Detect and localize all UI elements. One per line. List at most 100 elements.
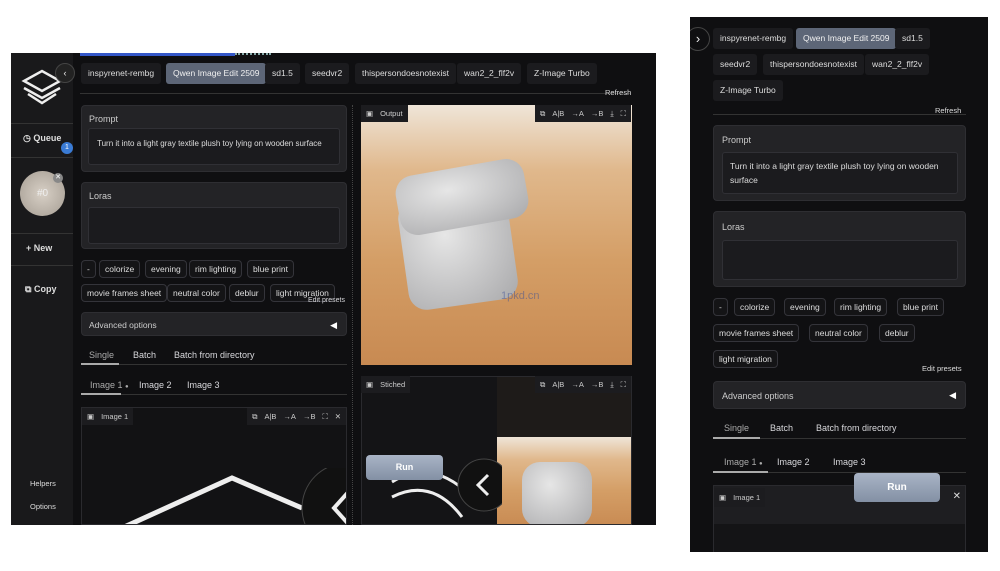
tab-batch-from-directory[interactable]: Batch from directory [174,350,255,360]
preset-chip[interactable]: blue print [897,298,944,316]
fullscreen-icon[interactable]: ⛶ [621,380,626,390]
workflow-tab-active[interactable]: Qwen Image Edit 2509 [796,28,897,49]
loras-input[interactable] [88,207,340,244]
copy-icon[interactable]: ⧉ [252,412,257,422]
output-toolbar: ⧉ A|B →A →B ⤓ ⛶ [535,105,631,122]
advanced-options-toggle[interactable]: Advanced options ◀ [81,312,347,336]
output-image[interactable]: 1pkd.cn [361,105,632,365]
image-label: ▣ Image 1 [82,408,134,425]
workflow-tab[interactable]: inspyrenet-rembg [713,28,794,49]
run-button[interactable]: Run [366,455,443,480]
tab-batch-from-directory[interactable]: Batch from directory [816,423,897,433]
prompt-panel: Prompt Turn it into a light gray textile… [713,125,966,201]
new-button[interactable]: + New [26,243,52,253]
advanced-options-toggle[interactable]: Advanced options ◀ [713,381,966,409]
prompt-input[interactable]: Turn it into a light gray textile plush … [722,152,958,194]
prompt-panel: Prompt Turn it into a light gray textile… [81,105,347,172]
refresh-link[interactable]: Refresh [605,88,631,97]
tab-image-1[interactable]: Image 1 ● [724,457,763,467]
sidebar: ‹ ◷ Queue 1 #0 ✕ + New ⧉ Copy Helpers Op… [11,53,75,525]
image-icon: ▣ [366,109,374,118]
tab-batch[interactable]: Batch [770,423,793,433]
preset-chip[interactable]: rim lighting [834,298,888,316]
preset-chip[interactable]: - [81,260,96,278]
fullscreen-icon[interactable]: ⛶ [621,109,626,119]
copy-icon: ⧉ [25,284,32,294]
column-divider [352,105,353,525]
workflow-tab[interactable]: seedvr2 [305,63,350,84]
tab-image-2[interactable]: Image 2 [139,380,172,390]
image-icon: ▣ [87,412,95,421]
preset-chip[interactable]: movie frames sheet [81,284,168,302]
image-toolbar: ⧉ A|B →A →B ⛶ ✕ [247,408,346,425]
tab-batch[interactable]: Batch [133,350,156,360]
logo-illustration [124,468,346,524]
close-icon[interactable]: ✕ [335,412,341,421]
download-icon[interactable]: ⤓ [610,109,613,119]
workflow-tab[interactable]: inspyrenet-rembg [81,63,162,84]
tab-image-1[interactable]: Image 1 ● [90,380,129,390]
collapse-sidebar-button[interactable]: ‹ [55,63,75,83]
preset-chip[interactable]: colorize [734,298,776,316]
queue-count-badge: 1 [61,142,73,154]
copy-button[interactable]: ⧉ Copy [25,284,56,295]
workflow-tab[interactable]: Z-Image Turbo [527,63,597,84]
clock-icon: ◷ [23,133,31,143]
run-button[interactable]: Run [854,473,940,502]
close-icon[interactable]: ✕ [953,491,961,502]
tab-image-3[interactable]: Image 3 [833,457,866,467]
preset-chip[interactable]: deblur [879,324,915,342]
preset-chip[interactable]: deblur [229,284,265,302]
preset-chip[interactable]: evening [145,260,187,278]
workflow-tab[interactable]: thispersondoesnotexist [763,54,864,75]
preset-chip[interactable]: - [713,298,728,316]
preset-chip[interactable]: neutral color [809,324,868,342]
loras-panel: Loras [713,211,966,287]
preset-chip[interactable]: blue print [247,260,294,278]
helpers-link[interactable]: Helpers [30,479,56,488]
preset-chip[interactable]: colorize [99,260,141,278]
workflow-tab[interactable]: Z-Image Turbo [713,80,783,101]
workflow-tab[interactable]: seedvr2 [713,54,758,75]
copy-icon[interactable]: ⧉ [540,380,545,390]
options-link[interactable]: Options [30,502,56,511]
workflow-tab[interactable]: wan2_2_flf2v [457,63,522,84]
preset-chip[interactable]: movie frames sheet [713,324,800,342]
collapse-triangle-icon: ◀ [949,390,956,400]
preset-chip[interactable]: rim lighting [189,260,243,278]
stitched-toolbar: ⧉ A|B →A →B ⤓ ⛶ [535,376,631,393]
preset-chip[interactable]: evening [784,298,826,316]
tab-image-2[interactable]: Image 2 [777,457,810,467]
fullscreen-icon[interactable]: ⛶ [322,412,327,422]
collapse-triangle-icon: ◀ [330,320,337,330]
image-icon: ▣ [366,380,374,389]
workflow-tab[interactable]: sd1.5 [265,63,300,84]
preset-chip[interactable]: light migration [713,350,778,368]
edit-presets-link[interactable]: Edit presets [308,297,345,304]
watermark: 1pkd.cn [501,290,540,302]
workflow-tab[interactable]: thispersondoesnotexist [355,63,456,84]
tab-single[interactable]: Single [89,350,114,360]
loras-panel: Loras [81,182,347,249]
image-icon: ▣ [719,493,727,502]
loras-input[interactable] [722,240,958,280]
expand-sidebar-button[interactable]: › [690,27,710,51]
image-label: ▣ Image 1 [714,488,766,507]
remove-job-icon[interactable]: ✕ [53,173,63,183]
workflow-tab[interactable]: wan2_2_flf2v [865,54,930,75]
workflow-tab-active[interactable]: Qwen Image Edit 2509 [166,63,267,84]
refresh-link[interactable]: Refresh [935,106,961,115]
download-icon[interactable]: ⤓ [610,380,613,390]
prompt-input[interactable]: Turn it into a light gray textile plush … [88,128,340,165]
image-1-dropzone[interactable]: ▣ Image 1 ⧉ A|B →A →B ⛶ ✕ [81,407,347,525]
edit-presets-link[interactable]: Edit presets [922,364,962,373]
stitched-label: ▣ Stiched [361,376,411,393]
stitched-image[interactable] [361,376,632,525]
mobile-view: › inspyrenet-rembg Qwen Image Edit 2509 … [690,17,988,552]
workflow-tab[interactable]: sd1.5 [895,28,930,49]
preset-chip[interactable]: neutral color [167,284,226,302]
copy-icon[interactable]: ⧉ [540,109,545,119]
tab-image-3[interactable]: Image 3 [187,380,220,390]
tab-single[interactable]: Single [724,423,749,433]
queue-button[interactable]: ◷ Queue [23,133,61,144]
